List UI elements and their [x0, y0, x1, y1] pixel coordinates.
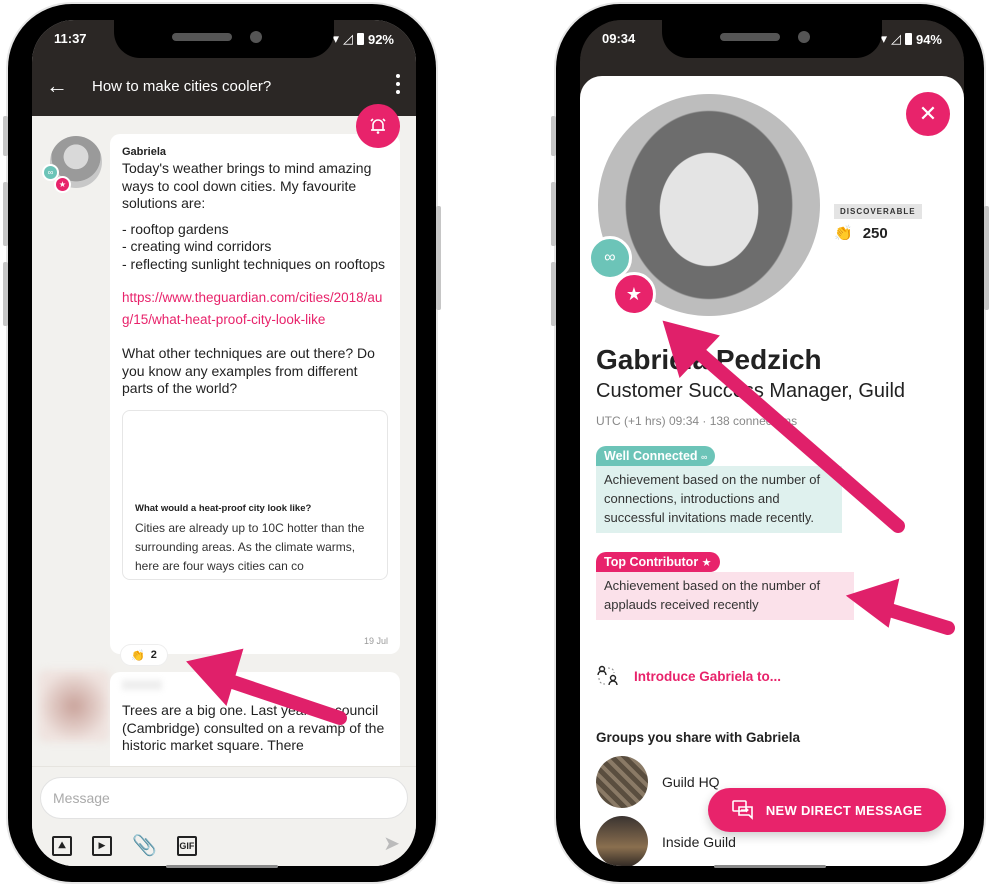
applause-count: 2 — [150, 649, 157, 661]
profile-name: Gabriela Pedzich — [596, 344, 822, 375]
battery-icon — [356, 33, 364, 45]
side-button — [551, 116, 556, 156]
side-button — [984, 206, 989, 310]
chat-screen: 11:37 ▾ ◿ 92% ← How to make cities coole… — [32, 20, 416, 866]
star-icon[interactable]: ★ — [612, 272, 656, 316]
phone-frame-right: 09:34 ▾ ◿ 94% ∞ ★ ✕ DISCOVERABLE 👏 250 G… — [551, 4, 989, 882]
battery-level: 92% — [367, 31, 394, 47]
gif-icon[interactable]: GIF — [176, 835, 197, 856]
message-body: Today's weather brings to mind amazing w… — [122, 160, 388, 398]
side-button — [551, 182, 556, 246]
phone-frame-left: 11:37 ▾ ◿ 92% ← How to make cities coole… — [3, 4, 441, 882]
group-name: Guild HQ — [662, 774, 720, 790]
battery-icon — [904, 33, 912, 45]
groups-heading: Groups you share with Gabriela — [596, 730, 801, 745]
message-paragraph: Today's weather brings to mind amazing w… — [122, 160, 372, 211]
app-bar: ← How to make cities cooler? — [32, 58, 416, 116]
list-item: - creating wind corridors — [122, 238, 272, 254]
achievement-top-contributor: Top Contributor ★ Achievement based on t… — [596, 552, 854, 620]
message-bubble: Trees are a big one. Last year my counci… — [110, 672, 400, 766]
introduce-button[interactable]: Introduce Gabriela to... — [596, 664, 781, 688]
side-button — [436, 206, 441, 310]
clap-icon: 👏 — [131, 649, 145, 662]
battery-level: 94% — [915, 31, 942, 47]
video-icon[interactable]: ▶ — [92, 835, 112, 856]
group-avatar — [596, 816, 648, 866]
avatar[interactable] — [38, 670, 110, 742]
composer-tools: ⛰ ▶ 📎 GIF — [52, 833, 197, 858]
message-body: Trees are a big one. Last year my counci… — [122, 702, 385, 753]
notch — [662, 20, 882, 58]
notch — [114, 20, 334, 58]
side-button — [3, 262, 8, 326]
message-question: What other techniques are out there? Do … — [122, 345, 375, 396]
discoverable-badge: DISCOVERABLE — [834, 204, 922, 219]
side-button — [3, 116, 8, 156]
article-link[interactable]: https://www.theguardian.com/cities/2018/… — [122, 287, 388, 331]
preview-title: What would a heat-proof city look like? — [135, 502, 312, 514]
clap-icon: 👏 — [834, 225, 853, 242]
close-button[interactable]: ✕ — [906, 92, 950, 136]
group-name: Inside Guild — [662, 834, 736, 850]
group-item[interactable]: Guild HQ — [596, 756, 720, 808]
applause-total-count: 250 — [862, 224, 888, 242]
arrow-left-icon[interactable]: ← — [46, 74, 68, 98]
profile-role: Customer Success Manager, Guild — [596, 380, 906, 402]
star-icon: ★ — [54, 176, 71, 193]
profile-sheet: ∞ ★ ✕ DISCOVERABLE 👏 250 Gabriela Pedzic… — [580, 76, 964, 866]
signal-icon: ◿ — [342, 31, 353, 46]
achievement-tag: Top Contributor ★ — [596, 552, 720, 572]
image-icon[interactable]: ⛰ — [52, 835, 72, 856]
message-author — [122, 680, 162, 690]
profile-meta: UTC (+1 hrs) 09:34 · 138 connections — [596, 414, 798, 428]
side-button — [551, 262, 556, 326]
home-indicator[interactable] — [714, 865, 826, 868]
attachment-icon[interactable]: 📎 — [132, 833, 157, 858]
message-date: 19 Jul — [363, 636, 388, 646]
chat-bubbles-icon — [732, 800, 753, 820]
preview-body: Cities are already up to 10C hotter than… — [135, 520, 365, 573]
dm-button-label: NEW DIRECT MESSAGE — [765, 802, 923, 818]
list-item: - reflecting sunlight techniques on roof… — [122, 255, 386, 272]
close-icon: ✕ — [918, 101, 938, 126]
thread-title: How to make cities cooler? — [92, 78, 272, 95]
system-icons: ▾ ◿ 92% — [332, 31, 394, 47]
side-button — [3, 182, 8, 246]
link-icon: ∞ — [701, 452, 708, 462]
message-composer: ⛰ ▶ 📎 GIF ➤ — [32, 766, 416, 866]
achievement-tag: Well Connected ∞ — [596, 446, 716, 466]
system-icons: ▾ ◿ 94% — [880, 31, 942, 47]
more-vertical-icon[interactable] — [396, 74, 400, 98]
status-time: 11:37 — [54, 31, 87, 46]
status-time: 09:34 — [602, 31, 636, 46]
new-direct-message-button[interactable]: NEW DIRECT MESSAGE — [708, 788, 946, 832]
notification-bell-button[interactable] — [356, 104, 400, 148]
profile-screen: 09:34 ▾ ◿ 94% ∞ ★ ✕ DISCOVERABLE 👏 250 G… — [580, 20, 964, 866]
message-list[interactable]: ∞ ★ Gabriela Today's weather brings to m… — [32, 116, 416, 766]
achievement-description: Achievement based on the number of appla… — [596, 572, 854, 620]
signal-icon: ◿ — [890, 31, 901, 46]
message-input[interactable] — [40, 777, 408, 819]
group-avatar — [596, 756, 648, 808]
bell-alert-icon — [370, 118, 386, 134]
achievement-tag-label: Well Connected — [604, 449, 698, 463]
message-bubble: Gabriela Today's weather brings to mind … — [110, 134, 400, 654]
message-author: Gabriela — [122, 146, 167, 158]
achievement-description: Achievement based on the number of conne… — [596, 466, 842, 533]
introduce-label: Introduce Gabriela to... — [634, 668, 782, 684]
applause-total: 👏 250 — [834, 224, 888, 243]
achievement-tag-label: Top Contributor — [604, 555, 699, 569]
introduce-people-icon — [597, 665, 618, 686]
achievement-well-connected: Well Connected ∞ Achievement based on th… — [596, 446, 842, 533]
applause-button[interactable]: 👏 2 — [120, 644, 168, 666]
star-icon: ★ — [701, 557, 712, 569]
send-icon[interactable]: ➤ — [383, 831, 400, 856]
link-preview-card[interactable]: What would a heat-proof city look like? … — [122, 409, 388, 580]
home-indicator[interactable] — [166, 865, 278, 868]
list-item: - rooftop gardens — [122, 220, 229, 237]
